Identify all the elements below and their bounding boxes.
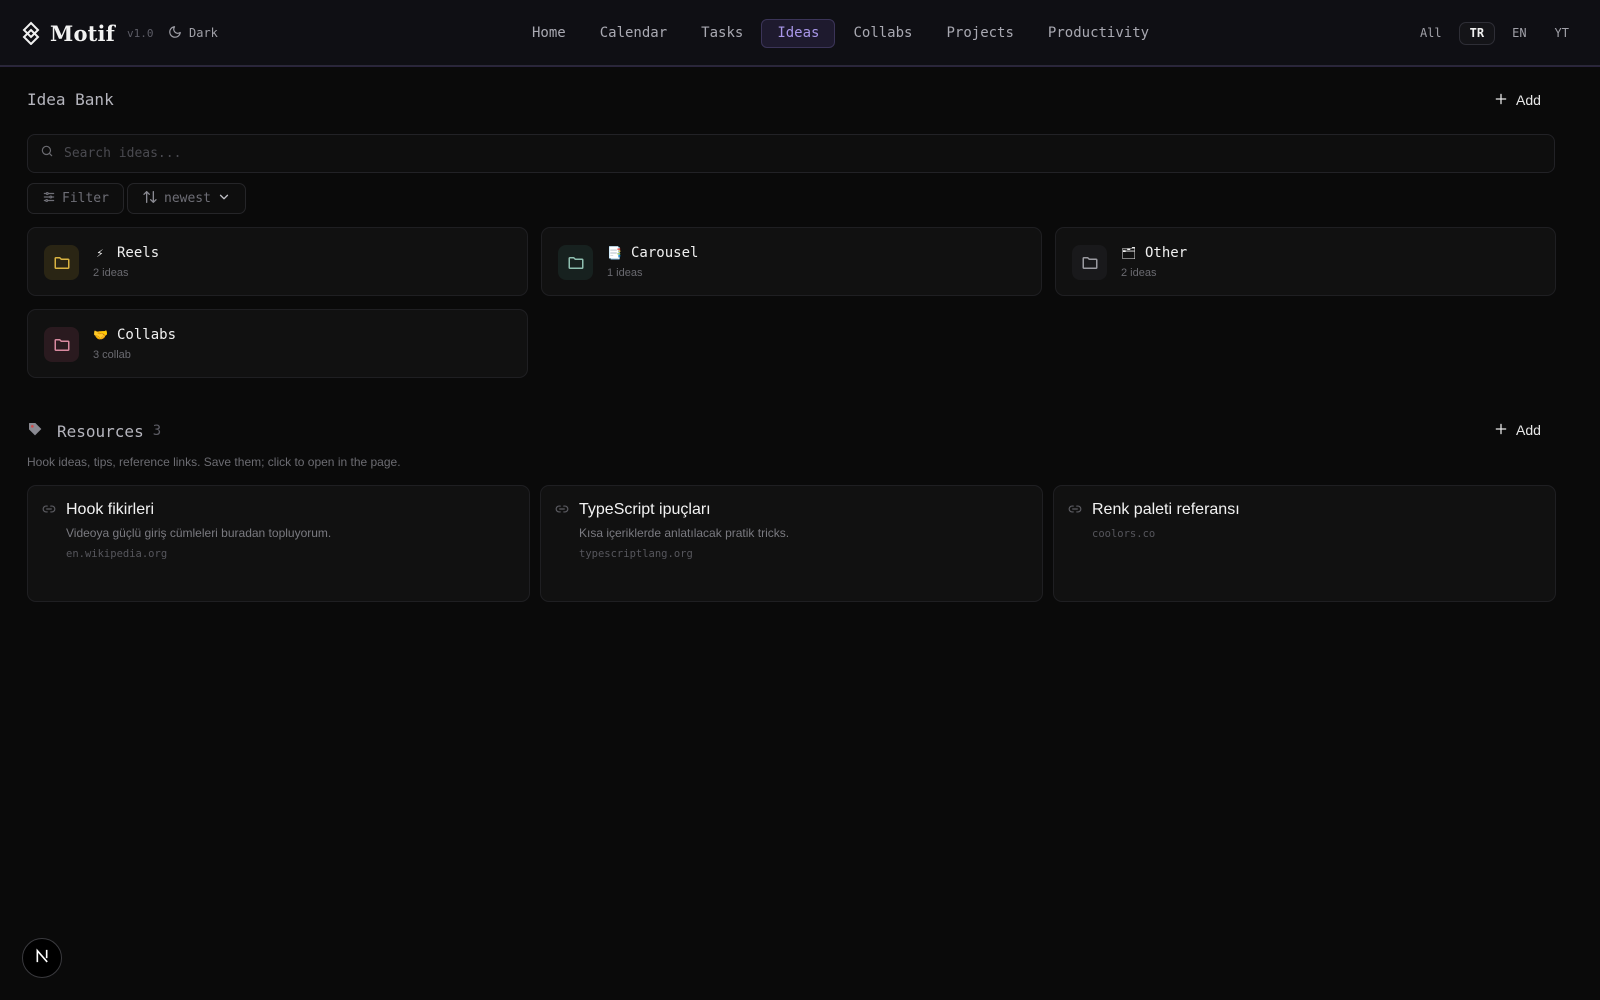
top-bar: Motif v1.0 Dark Home Calendar Tasks Idea…	[0, 0, 1600, 66]
plus-icon	[1494, 92, 1508, 109]
resource-description: Videoya güçlü giriş cümleleri buradan to…	[66, 526, 332, 540]
resource-description: Kısa içeriklerde anlatılacak pratik tric…	[579, 526, 790, 540]
theme-toggle[interactable]: Dark	[168, 23, 218, 43]
idea-bank-title: Idea Bank	[27, 90, 114, 109]
tab-projects[interactable]: Projects	[930, 19, 1029, 48]
folder-title: ⚡ Reels	[93, 245, 159, 261]
next-logo-button[interactable]	[22, 938, 62, 978]
lang-all[interactable]: All	[1409, 22, 1453, 45]
folder-title: 🗂 Other	[1121, 245, 1187, 261]
next-logo-icon	[34, 948, 50, 969]
folder-card-collabs[interactable]: 🤝 Collabs 3 collab	[27, 309, 528, 378]
resource-url: en.wikipedia.org	[66, 548, 168, 560]
tag-icon	[27, 421, 43, 442]
folder-title: 🤝 Collabs	[93, 327, 176, 343]
tab-productivity[interactable]: Productivity	[1032, 19, 1165, 48]
resources-header: Resources 3	[27, 420, 161, 442]
link-icon	[1068, 502, 1082, 521]
sort-arrows-icon	[142, 189, 158, 209]
resource-card-hook[interactable]: Hook fikirleri Videoya güçlü giriş cümle…	[27, 485, 530, 602]
tab-ideas[interactable]: Ideas	[761, 19, 836, 48]
search-icon	[40, 144, 54, 163]
resource-title: Hook fikirleri	[66, 501, 155, 518]
theme-label: Dark	[189, 26, 218, 40]
plus-icon	[1494, 422, 1508, 439]
sort-label: newest	[164, 191, 211, 206]
tab-tasks[interactable]: Tasks	[685, 19, 759, 48]
folder-count: 1 ideas	[607, 267, 643, 279]
link-icon	[555, 502, 569, 521]
folder-count: 3 collab	[93, 349, 131, 361]
folder-icon	[44, 245, 79, 280]
search-box	[27, 134, 1555, 173]
brand-name: Motif	[50, 20, 115, 46]
resource-title: TypeScript ipuçları	[579, 501, 711, 518]
filter-button[interactable]: Filter	[27, 183, 124, 214]
add-idea-button[interactable]: Add	[1494, 87, 1541, 113]
resource-url: typescriptlang.org	[579, 548, 693, 560]
language-filter: All TR EN YT	[1409, 22, 1580, 45]
folder-name: Collabs	[117, 327, 177, 343]
resource-card-palette[interactable]: Renk paleti referansı coolors.co	[1053, 485, 1556, 602]
tab-calendar[interactable]: Calendar	[584, 19, 683, 48]
search-input[interactable]	[64, 146, 1554, 161]
folder-name: Other	[1145, 245, 1188, 261]
folder-icon	[1072, 245, 1107, 280]
tab-collabs[interactable]: Collabs	[837, 19, 928, 48]
add-resource-label: Add	[1516, 422, 1541, 438]
brand-version: v1.0	[126, 26, 154, 40]
lang-en[interactable]: EN	[1501, 22, 1537, 45]
resources-description: Hook ideas, tips, reference links. Save …	[27, 455, 401, 469]
add-idea-label: Add	[1516, 92, 1541, 108]
folder-name: Reels	[117, 245, 160, 261]
resource-url: coolors.co	[1092, 528, 1156, 540]
main-nav: Home Calendar Tasks Ideas Collabs Projec…	[516, 19, 1167, 48]
resource-card-typescript[interactable]: TypeScript ipuçları Kısa içeriklerde anl…	[540, 485, 1043, 602]
file-box-icon: 🗂	[1121, 246, 1137, 260]
lightning-icon: ⚡	[96, 246, 104, 260]
folder-count: 2 ideas	[1121, 267, 1157, 279]
folder-title: 📑 Carousel	[607, 245, 698, 261]
moon-icon	[168, 25, 182, 42]
sort-dropdown[interactable]: newest	[127, 183, 246, 214]
resources-title: Resources	[57, 421, 144, 441]
chevron-down-icon	[217, 190, 231, 208]
tab-home[interactable]: Home	[516, 19, 582, 48]
folder-icon	[44, 327, 79, 362]
brand[interactable]: Motif v1.0	[22, 20, 153, 46]
folder-card-reels[interactable]: ⚡ Reels 2 ideas	[27, 227, 528, 296]
link-icon	[42, 502, 56, 521]
sliders-icon	[42, 190, 56, 208]
folder-count: 2 ideas	[93, 267, 129, 279]
folder-card-carousel[interactable]: 📑 Carousel 1 ideas	[541, 227, 1042, 296]
resource-title: Renk paleti referansı	[1092, 501, 1240, 518]
motif-logo-icon	[22, 20, 40, 46]
filter-label: Filter	[62, 191, 109, 206]
lang-yt[interactable]: YT	[1544, 22, 1580, 45]
lang-tr[interactable]: TR	[1458, 22, 1496, 45]
document-icon: 📑	[607, 246, 622, 260]
folder-card-other[interactable]: 🗂 Other 2 ideas	[1055, 227, 1556, 296]
folder-name: Carousel	[631, 245, 699, 261]
resources-count: 3	[152, 423, 162, 439]
handshake-icon: 🤝	[93, 328, 108, 342]
add-resource-button[interactable]: Add	[1494, 417, 1541, 443]
folder-icon	[558, 245, 593, 280]
